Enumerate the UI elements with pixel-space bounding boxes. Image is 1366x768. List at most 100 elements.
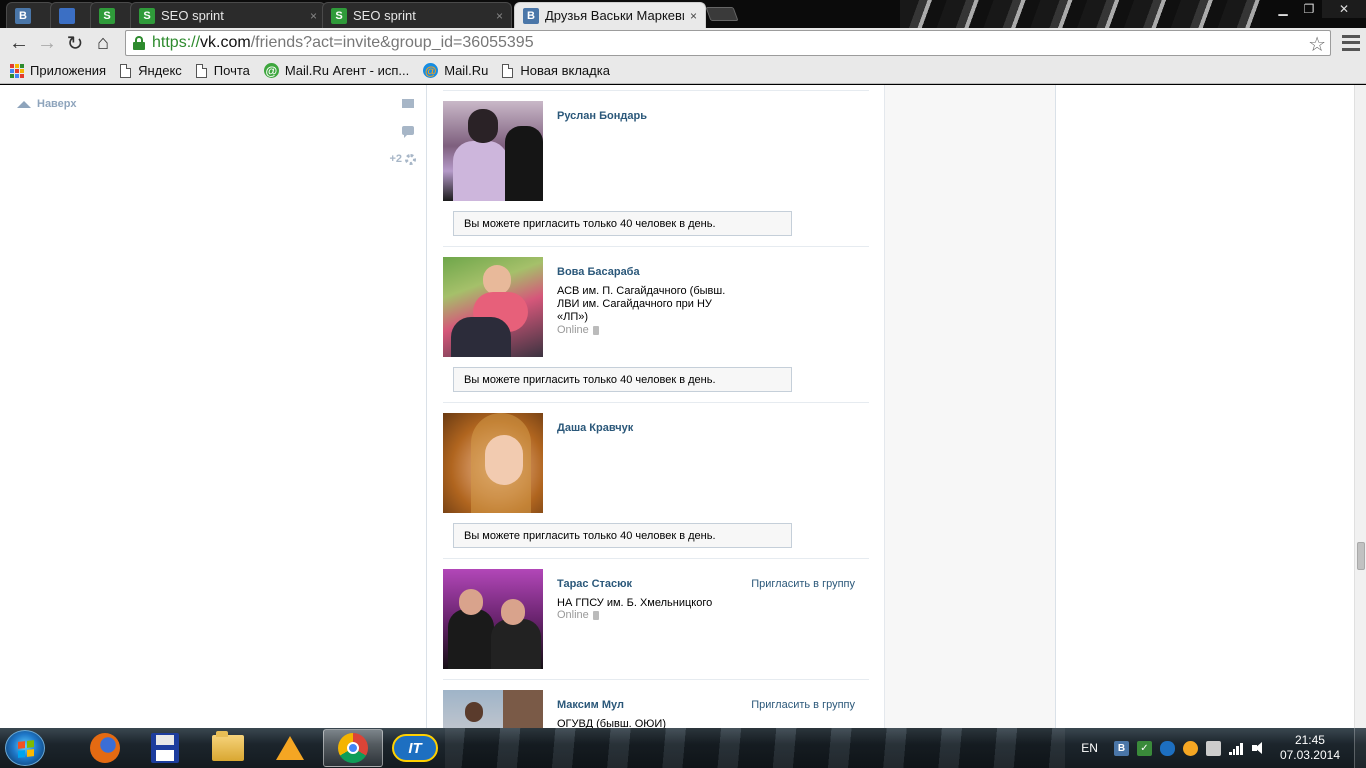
taskbar-explorer[interactable] — [198, 729, 258, 767]
friend-university: АСВ им. П. Сагайдачного (бывш. ЛВИ им. С… — [557, 285, 726, 323]
tab-title: Друзья Васьки Маркевич — [545, 8, 684, 23]
new-tab-button[interactable] — [705, 7, 739, 21]
tab-strip: B S S SEO sprint × S SEO sprint × B Друз… — [0, 0, 1366, 28]
start-button[interactable] — [5, 730, 45, 766]
friend-name[interactable]: Даша Кравчук — [557, 422, 633, 434]
volume-icon[interactable] — [1251, 742, 1266, 754]
firefox-icon — [90, 733, 120, 763]
window-controls: ▁ ❐ ✕ — [1270, 0, 1366, 20]
check-tray-icon[interactable]: ✓ — [1136, 740, 1152, 756]
bookmark-yandex[interactable]: Яндекс — [120, 63, 182, 78]
network-signal-icon[interactable] — [1228, 742, 1244, 755]
language-indicator[interactable]: EN — [1081, 741, 1098, 755]
taskbar-chrome[interactable] — [323, 729, 383, 767]
taskbar-aimp[interactable] — [260, 729, 320, 767]
bookmark-label: Яндекс — [138, 63, 182, 78]
bookmark-apps[interactable]: Приложения — [10, 63, 106, 78]
vk-tray-icon[interactable]: B — [1113, 740, 1129, 756]
friend-name[interactable]: Вова Басараба — [557, 266, 640, 278]
friend-photo[interactable] — [443, 257, 543, 357]
page-icon — [120, 63, 132, 78]
back-to-top-label: Наверх — [37, 98, 77, 110]
invite-to-group-link[interactable]: Пригласить в группу — [751, 699, 855, 711]
it-tray-icon[interactable] — [1159, 740, 1175, 756]
list-item: Даша Кравчук Вы можете пригласить только… — [443, 402, 869, 558]
tab-seo-sprint-2[interactable]: S SEO sprint × — [322, 2, 512, 28]
invite-limit-box: Вы можете пригласить только 40 человек в… — [453, 523, 792, 548]
friend-photo[interactable] — [443, 413, 543, 513]
browser-toolbar: ← → ↻ ⌂ https://vk.com/friends?act=invit… — [0, 28, 1366, 58]
close-window-icon[interactable]: ✕ — [1322, 0, 1366, 18]
show-desktop-button[interactable] — [1354, 728, 1366, 768]
chat-icon[interactable] — [402, 126, 414, 138]
taskbar-it[interactable]: IT — [385, 729, 445, 767]
seo-favicon-icon: S — [331, 7, 347, 24]
mail-icon[interactable] — [402, 99, 414, 108]
back-arrow-icon[interactable]: ← — [5, 29, 33, 57]
right-column-blank — [1056, 85, 1354, 728]
scrollbar-thumb[interactable] — [1357, 542, 1365, 570]
friend-name[interactable]: Максим Мул — [557, 699, 624, 711]
tab-vk-pinned[interactable]: B — [6, 2, 54, 28]
forward-arrow-icon[interactable]: → — [33, 29, 61, 57]
tab-seo-sprint-1[interactable]: S SEO sprint × — [130, 2, 326, 28]
system-clock[interactable]: 21:45 07.03.2014 — [1280, 733, 1340, 763]
taskbar-firefox[interactable] — [75, 729, 135, 767]
taskbar-save[interactable] — [135, 729, 195, 767]
friend-photo[interactable] — [443, 101, 543, 201]
bookmark-label: Новая вкладка — [520, 63, 610, 78]
home-icon[interactable]: ⌂ — [89, 29, 117, 57]
tab-seo-pinned[interactable]: S — [90, 2, 134, 28]
list-item: Тарас Стасюк Пригласить в группу НА ГПСУ… — [443, 558, 869, 679]
tab-title: SEO sprint — [353, 8, 416, 23]
right-column-panel — [884, 85, 1056, 728]
side-settings[interactable]: +2 — [389, 153, 416, 165]
friend-name[interactable]: Руслан Бондарь — [557, 110, 647, 122]
tab-close-icon[interactable]: × — [690, 9, 697, 23]
friend-name[interactable]: Тарас Стасюк — [557, 578, 632, 590]
tab-close-icon[interactable]: × — [310, 9, 317, 23]
minimize-icon[interactable]: ▁ — [1270, 0, 1296, 18]
invite-to-group-link[interactable]: Пригласить в группу — [751, 578, 855, 590]
action-center-icon[interactable] — [1205, 740, 1221, 756]
bookmark-new-tab[interactable]: Новая вкладка — [502, 63, 610, 78]
bookmark-mailru[interactable]: @ Mail.Ru — [423, 63, 488, 78]
list-item: Руслан Бондарь Вы можете пригласить толь… — [443, 90, 869, 246]
url-scheme: https:// — [152, 34, 201, 51]
menu-hamburger-icon[interactable] — [1342, 33, 1360, 53]
address-bar[interactable]: https://vk.com/friends?act=invite&group_… — [125, 30, 1331, 56]
friend-university: ОГУВД (бывш. ОЮИ) — [557, 718, 666, 728]
page-scrollbar[interactable] — [1354, 85, 1366, 728]
friend-photo[interactable] — [443, 569, 543, 669]
back-to-top-link[interactable]: Наверх — [17, 98, 77, 110]
vk-favicon-icon: B — [523, 7, 539, 24]
bookmarks-bar: Приложения Яндекс Почта @ Mail.Ru Агент … — [0, 58, 1366, 84]
friends-invite-list: Руслан Бондарь Вы можете пригласить толь… — [428, 85, 884, 728]
arrow-up-icon — [17, 100, 31, 108]
mailru-agent-icon: @ — [263, 63, 279, 78]
reload-icon[interactable]: ↻ — [61, 29, 89, 57]
bookmark-pochta[interactable]: Почта — [195, 63, 250, 78]
url-path: /friends?act=invite&group_id=36055395 — [250, 34, 534, 51]
bookmark-label: Почта — [213, 63, 250, 78]
vk-favicon-icon: B — [15, 7, 31, 24]
bookmark-label: Приложения — [30, 63, 107, 78]
it-icon: IT — [392, 734, 438, 762]
clock-time: 21:45 — [1294, 733, 1325, 747]
page-icon — [195, 63, 207, 78]
friend-photo[interactable] — [443, 690, 543, 728]
page-icon — [502, 63, 514, 78]
floppy-save-icon — [151, 733, 179, 763]
maximize-icon[interactable]: ❐ — [1296, 0, 1322, 18]
mail-agent-tray-icon[interactable] — [1182, 740, 1198, 756]
bookmark-star-icon[interactable]: ☆ — [1308, 32, 1326, 57]
bookmark-mailru-agent[interactable]: @ Mail.Ru Агент - исп... — [263, 63, 409, 78]
online-label: Online — [557, 324, 589, 336]
globe-favicon-icon — [59, 7, 75, 24]
tab-close-icon[interactable]: × — [496, 9, 503, 23]
page-viewport: Наверх +2 Руслан Бондарь Вы можете пригл… — [0, 85, 1366, 728]
lock-icon[interactable] — [132, 36, 146, 50]
url-host: vk.com — [200, 34, 251, 51]
tab-friends-active[interactable]: B Друзья Васьки Маркевич × — [514, 2, 706, 28]
mailru-icon: @ — [423, 63, 439, 78]
